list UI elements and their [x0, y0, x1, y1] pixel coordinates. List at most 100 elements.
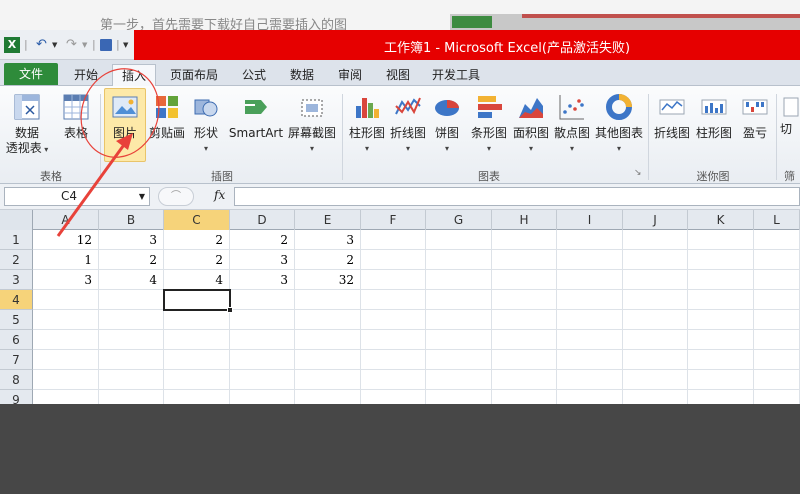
- cell[interactable]: [164, 390, 230, 404]
- cell[interactable]: [688, 250, 754, 270]
- cell[interactable]: [295, 370, 361, 390]
- tab-view[interactable]: 视图: [378, 64, 418, 86]
- charts-dialog-launcher-icon[interactable]: ↘: [634, 168, 642, 178]
- cell[interactable]: [492, 230, 557, 250]
- column-header-selected[interactable]: C: [164, 210, 230, 230]
- cell[interactable]: [492, 330, 557, 350]
- cell[interactable]: [426, 370, 492, 390]
- cell[interactable]: [295, 290, 361, 310]
- redo-icon[interactable]: ↷: [66, 37, 77, 53]
- excel-logo-icon[interactable]: X: [4, 37, 20, 53]
- row-header[interactable]: 3: [0, 270, 33, 290]
- cell[interactable]: [426, 250, 492, 270]
- cell[interactable]: [230, 350, 295, 370]
- cell[interactable]: 2: [99, 250, 164, 270]
- column-chart-button[interactable]: 柱形图 ▾: [346, 92, 388, 156]
- row-header[interactable]: 5: [0, 310, 33, 330]
- row-header[interactable]: 1: [0, 230, 33, 250]
- column-header[interactable]: F: [361, 210, 426, 230]
- clip-art-button[interactable]: 剪贴画: [147, 92, 187, 141]
- cell[interactable]: [361, 230, 426, 250]
- cell[interactable]: [557, 370, 623, 390]
- table-button[interactable]: 表格: [56, 92, 96, 141]
- row-header-selected[interactable]: 4: [0, 290, 33, 310]
- cell[interactable]: [492, 310, 557, 330]
- cell[interactable]: 4: [99, 270, 164, 290]
- column-header[interactable]: E: [295, 210, 361, 230]
- picture-button[interactable]: 图片: [104, 92, 146, 141]
- row-header[interactable]: 6: [0, 330, 33, 350]
- scatter-chart-button[interactable]: 散点图 ▾: [552, 92, 592, 156]
- formula-bar-collapse-icon[interactable]: ⌒: [158, 187, 194, 206]
- tab-home[interactable]: 开始: [66, 64, 106, 86]
- fill-handle[interactable]: [227, 307, 233, 313]
- tab-formulas[interactable]: 公式: [232, 64, 276, 86]
- smartart-button[interactable]: SmartArt: [228, 92, 284, 141]
- other-charts-button[interactable]: 其他图表 ▾: [594, 92, 644, 156]
- cell[interactable]: [754, 250, 800, 270]
- cell[interactable]: [754, 230, 800, 250]
- row-header[interactable]: 7: [0, 350, 33, 370]
- active-cell-c4[interactable]: [163, 289, 233, 313]
- cell[interactable]: [688, 270, 754, 290]
- cell[interactable]: [623, 270, 688, 290]
- cell[interactable]: [623, 290, 688, 310]
- cell[interactable]: [623, 370, 688, 390]
- cell[interactable]: [361, 350, 426, 370]
- cell[interactable]: [492, 270, 557, 290]
- cell[interactable]: [230, 310, 295, 330]
- tab-page-layout[interactable]: 页面布局: [164, 64, 224, 86]
- column-header[interactable]: I: [557, 210, 623, 230]
- cell[interactable]: [361, 250, 426, 270]
- cell[interactable]: 2: [164, 230, 230, 250]
- cell[interactable]: [361, 370, 426, 390]
- cell[interactable]: [230, 290, 295, 310]
- tab-file[interactable]: 文件: [4, 63, 58, 85]
- column-header[interactable]: K: [688, 210, 754, 230]
- undo-dropdown-icon[interactable]: ▼: [52, 37, 57, 53]
- cell[interactable]: [623, 230, 688, 250]
- cell[interactable]: 2: [164, 250, 230, 270]
- cell[interactable]: [623, 250, 688, 270]
- cell[interactable]: [557, 230, 623, 250]
- cell[interactable]: [164, 310, 230, 330]
- cell[interactable]: [688, 350, 754, 370]
- cell[interactable]: [688, 330, 754, 350]
- cell[interactable]: [492, 250, 557, 270]
- cell[interactable]: [426, 230, 492, 250]
- cell[interactable]: [99, 350, 164, 370]
- cell[interactable]: [361, 270, 426, 290]
- column-header[interactable]: H: [492, 210, 557, 230]
- cell[interactable]: [492, 370, 557, 390]
- undo-icon[interactable]: ↶: [36, 37, 47, 53]
- cell[interactable]: [426, 350, 492, 370]
- cell[interactable]: [33, 310, 99, 330]
- cell[interactable]: [230, 370, 295, 390]
- cell[interactable]: [426, 270, 492, 290]
- cell[interactable]: [164, 350, 230, 370]
- cell[interactable]: [557, 250, 623, 270]
- customize-qat-icon[interactable]: ▼: [123, 37, 128, 53]
- cell[interactable]: [426, 330, 492, 350]
- cell[interactable]: 2: [295, 250, 361, 270]
- cell[interactable]: [99, 290, 164, 310]
- cell[interactable]: [295, 390, 361, 404]
- cell[interactable]: [623, 350, 688, 370]
- formula-input[interactable]: [234, 187, 800, 206]
- cell[interactable]: [754, 330, 800, 350]
- bar-chart-button[interactable]: 条形图 ▾: [468, 92, 510, 156]
- tab-data[interactable]: 数据: [282, 64, 322, 86]
- cell[interactable]: 3: [99, 230, 164, 250]
- cell[interactable]: [557, 330, 623, 350]
- cell[interactable]: [688, 370, 754, 390]
- shapes-button[interactable]: 形状 ▾: [190, 92, 222, 156]
- line-chart-button[interactable]: 折线图 ▾: [388, 92, 428, 156]
- name-box[interactable]: C4 ▼: [4, 187, 150, 206]
- cell[interactable]: [295, 350, 361, 370]
- cell[interactable]: [688, 390, 754, 404]
- cell[interactable]: [623, 310, 688, 330]
- column-header[interactable]: D: [230, 210, 295, 230]
- pivot-table-button[interactable]: 数据 透视表 ▾: [4, 92, 50, 157]
- cell[interactable]: [754, 390, 800, 404]
- cell[interactable]: 1: [33, 250, 99, 270]
